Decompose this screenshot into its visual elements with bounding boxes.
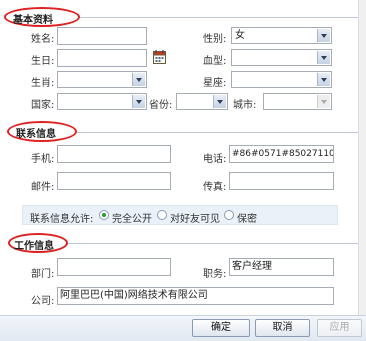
gender-select[interactable]: 女 <box>231 27 332 44</box>
email-label: 邮件: <box>31 182 55 193</box>
blood-label: 血型: <box>203 56 227 67</box>
privacy-option-public[interactable]: 完全公开 <box>112 210 152 225</box>
gender-select-value: 女 <box>235 30 245 41</box>
phone-label: 电话: <box>203 154 227 165</box>
section-title-work: 工作信息 <box>14 241 54 252</box>
province-label: 省份: <box>149 100 173 111</box>
privacy-radio-public[interactable] <box>99 210 109 220</box>
privacy-label: 联系信息允许: <box>30 214 94 225</box>
section-divider <box>80 17 358 18</box>
section-title-contact: 联系信息 <box>16 129 56 140</box>
city-label: 城市: <box>233 100 257 111</box>
calendar-icon[interactable] <box>153 50 166 64</box>
scrollbar[interactable] <box>358 0 366 315</box>
birthday-input[interactable] <box>57 49 147 67</box>
company-input[interactable]: 阿里巴巴(中国)网络技术有限公司 <box>57 287 334 305</box>
country-label: 国家: <box>31 100 55 111</box>
section-divider <box>77 132 358 133</box>
name-input[interactable] <box>57 27 147 45</box>
apply-button[interactable]: 应用 <box>317 319 362 337</box>
dept-input[interactable] <box>57 258 171 276</box>
chevron-down-icon[interactable] <box>317 51 330 64</box>
constellation-label: 星座: <box>203 78 227 89</box>
chevron-down-icon[interactable] <box>317 29 330 42</box>
fax-input[interactable] <box>229 172 334 190</box>
cancel-button[interactable]: 取消 <box>255 319 310 337</box>
chevron-down-icon[interactable] <box>132 73 145 86</box>
company-label: 公司: <box>31 296 55 307</box>
blood-select[interactable] <box>231 49 332 66</box>
privacy-option-private[interactable]: 保密 <box>237 210 257 225</box>
section-title-basic: 基本资料 <box>13 15 53 26</box>
mobile-label: 手机: <box>31 154 55 165</box>
chevron-down-icon[interactable] <box>317 73 330 86</box>
phone-input[interactable]: #86#0571#85027110 <box>229 145 334 163</box>
name-label: 姓名: <box>31 34 55 45</box>
fax-label: 传真: <box>203 182 227 193</box>
privacy-option-friends[interactable]: 对好友可见 <box>170 210 220 225</box>
birthday-label: 生日: <box>31 56 55 67</box>
province-select[interactable] <box>176 93 228 110</box>
email-input[interactable] <box>57 172 171 190</box>
privacy-radio-private[interactable] <box>224 210 234 220</box>
section-divider <box>68 243 358 244</box>
dept-label: 部门: <box>31 269 55 280</box>
privacy-radio-friends[interactable] <box>157 210 167 220</box>
zodiac-select[interactable] <box>57 71 147 88</box>
dialog-footer <box>0 315 366 341</box>
constellation-select[interactable] <box>231 71 332 88</box>
ok-button[interactable]: 确定 <box>192 319 250 337</box>
chevron-down-icon[interactable] <box>213 95 226 108</box>
position-input[interactable]: 客户经理 <box>229 258 334 276</box>
mobile-input[interactable] <box>57 145 171 163</box>
gender-label: 性别: <box>203 34 227 45</box>
chevron-down-icon[interactable] <box>132 95 145 108</box>
chevron-down-icon[interactable] <box>317 95 330 108</box>
position-label: 职务: <box>203 269 227 280</box>
zodiac-label: 生肖: <box>31 78 55 89</box>
country-select[interactable] <box>57 93 147 110</box>
city-select[interactable] <box>263 93 332 110</box>
